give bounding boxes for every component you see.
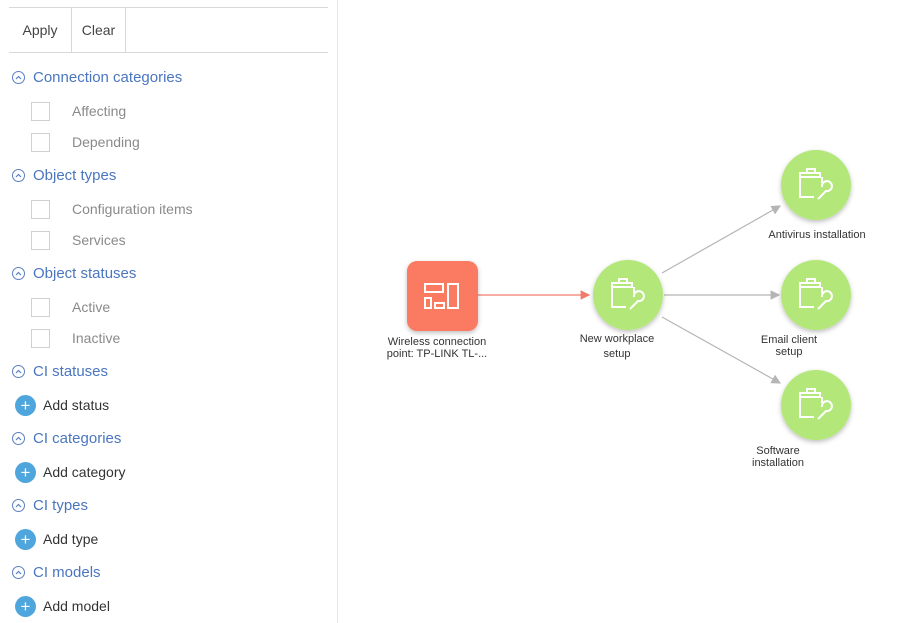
add-status-button[interactable]: + Add status	[15, 394, 109, 416]
checkbox[interactable]	[31, 297, 50, 317]
chevron-up-icon	[12, 498, 25, 512]
plus-icon: +	[15, 394, 36, 416]
filter-option-configuration-items: Configuration items	[31, 199, 193, 219]
apply-button[interactable]: Apply	[9, 8, 72, 52]
plus-icon: +	[15, 595, 36, 617]
chevron-up-icon	[12, 565, 25, 579]
section-title: Object statuses	[33, 264, 137, 282]
section-ci-models[interactable]: CI models	[12, 561, 101, 583]
option-label: Affecting	[72, 103, 127, 119]
plus-icon: +	[15, 461, 36, 483]
filter-option-affecting: Affecting	[31, 101, 126, 121]
chevron-up-icon	[12, 431, 25, 445]
node-label-workplace: New workplace setup	[567, 333, 667, 360]
checkbox[interactable]	[31, 230, 50, 250]
add-model-button[interactable]: + Add model	[15, 595, 110, 617]
section-title: CI statuses	[33, 362, 109, 380]
section-ci-categories[interactable]: CI categories	[12, 427, 121, 449]
node-antivirus-installation[interactable]	[781, 150, 851, 220]
add-type-button[interactable]: + Add type	[15, 528, 98, 550]
node-software-installation[interactable]	[781, 370, 851, 440]
add-category-button[interactable]: + Add category	[15, 461, 126, 483]
clear-button[interactable]: Clear	[72, 8, 126, 52]
filter-toolbar: Apply Clear	[9, 7, 328, 53]
label-line: New workplace	[579, 333, 655, 345]
filter-sidebar: Apply Clear Connection categories Affect…	[0, 0, 338, 623]
label-line: setup	[603, 348, 631, 360]
node-label-email: Email client setup	[739, 334, 839, 358]
add-label: Add status	[43, 397, 110, 413]
section-title: Object types	[33, 166, 117, 184]
chevron-up-icon	[12, 168, 25, 182]
chevron-up-icon	[12, 364, 25, 378]
section-ci-statuses[interactable]: CI statuses	[12, 360, 108, 382]
graph-svg	[407, 150, 851, 440]
label-line: installation	[752, 457, 804, 469]
checkbox[interactable]	[31, 328, 50, 348]
node-label-wireless: Wireless connection point: TP-LINK TL-..…	[377, 336, 497, 360]
checkbox[interactable]	[31, 132, 50, 152]
label-line: Wireless connection	[387, 336, 487, 348]
add-label: Add type	[43, 531, 99, 547]
filter-option-inactive: Inactive	[31, 328, 120, 348]
label-line: point: TP-LINK TL-...	[386, 348, 488, 360]
option-label: Depending	[72, 134, 140, 150]
filter-option-active: Active	[31, 297, 110, 317]
label-line: Email client	[760, 334, 818, 346]
option-label: Configuration items	[72, 201, 193, 217]
node-wireless-connection-point[interactable]	[407, 261, 478, 331]
filter-option-services: Services	[31, 230, 126, 250]
section-title: CI models	[33, 563, 101, 581]
label-line: Software	[756, 445, 800, 457]
checkbox[interactable]	[31, 199, 50, 219]
add-label: Add category	[43, 464, 126, 480]
section-object-statuses[interactable]: Object statuses	[12, 262, 136, 284]
node-email-client-setup[interactable]	[781, 260, 851, 330]
label-line: Antivirus installation	[768, 229, 866, 241]
option-label: Services	[72, 232, 126, 248]
section-ci-types[interactable]: CI types	[12, 494, 88, 516]
plus-icon: +	[15, 528, 36, 550]
chevron-up-icon	[12, 266, 25, 280]
section-title: CI types	[33, 496, 89, 514]
section-object-types[interactable]: Object types	[12, 164, 116, 186]
option-label: Inactive	[72, 330, 121, 346]
option-label: Active	[72, 299, 111, 315]
filter-option-depending: Depending	[31, 132, 140, 152]
checkbox[interactable]	[31, 101, 50, 121]
add-label: Add model	[43, 598, 110, 614]
label-line: setup	[775, 346, 803, 358]
section-connection-categories[interactable]: Connection categories	[12, 66, 182, 88]
section-title: Connection categories	[33, 68, 183, 86]
section-title: CI categories	[33, 429, 122, 447]
node-label-antivirus: Antivirus installation	[752, 229, 882, 241]
dependency-graph[interactable]: Wireless connection point: TP-LINK TL-..…	[339, 0, 916, 623]
node-label-software: Software installation	[728, 445, 828, 469]
chevron-up-icon	[12, 70, 25, 84]
node-new-workplace-setup[interactable]	[593, 260, 663, 330]
